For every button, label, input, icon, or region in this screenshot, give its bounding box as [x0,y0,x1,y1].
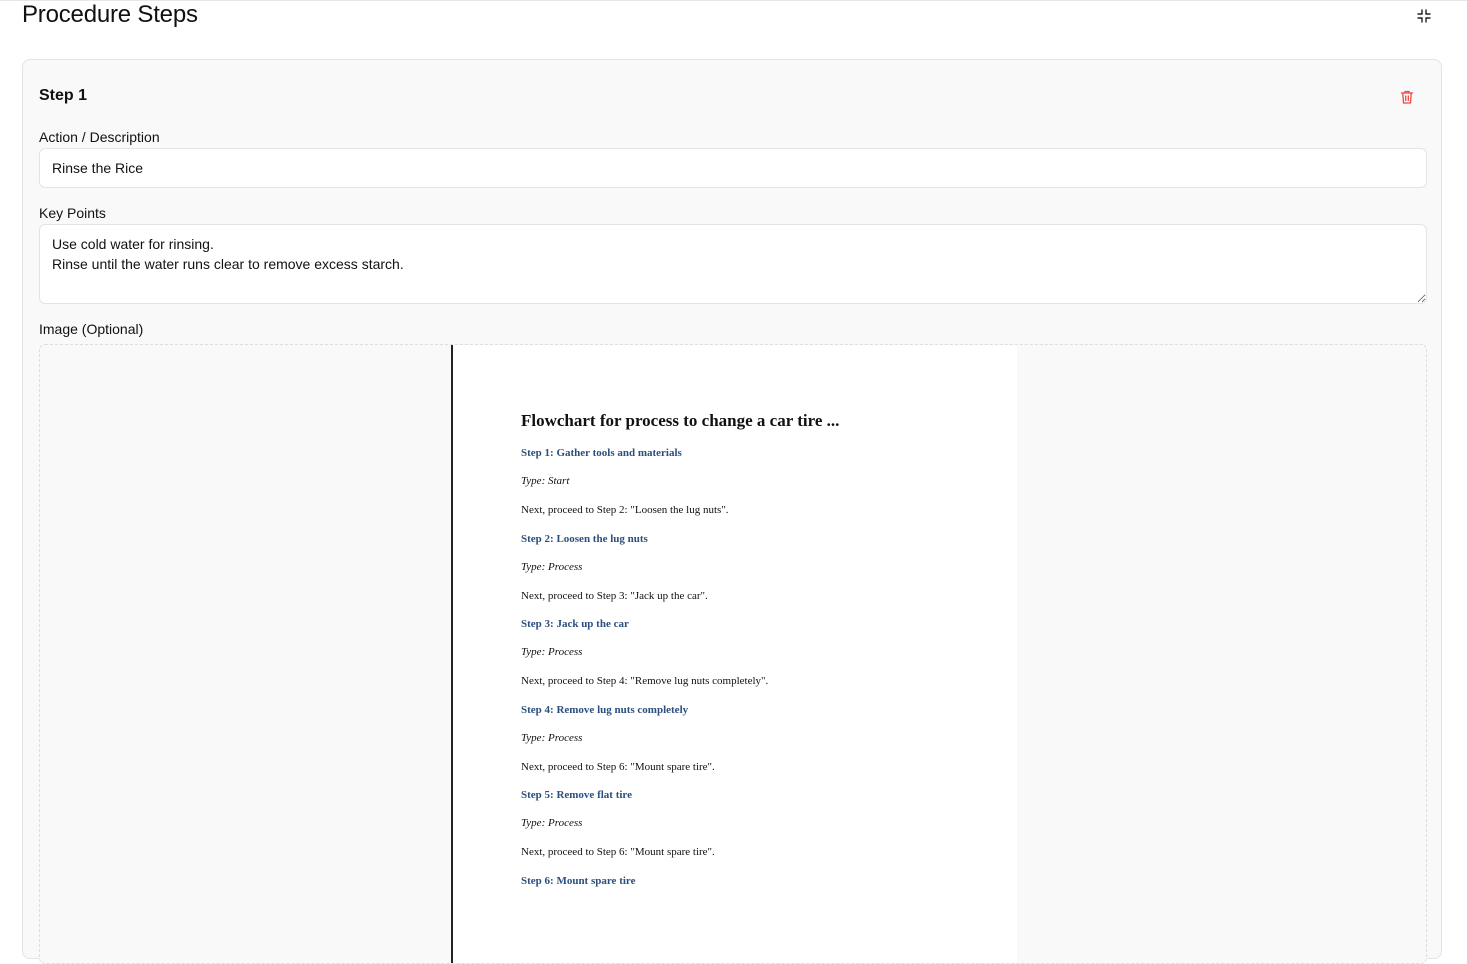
document-step-title: Step 4: Remove lug nuts completely [521,703,689,716]
top-divider [0,0,1467,1]
step-title: Step 1 [39,87,88,104]
key-points-textarea[interactable]: Use cold water for rinsing. Rinse until … [39,224,1427,304]
document-heading: Flowchart for process to change a car ti… [521,411,840,430]
document-step-title: Step 1: Gather tools and materials [521,447,682,459]
document-step-next: Next, proceed to Step 3: "Jack up the ca… [521,589,708,602]
action-label: Action / Description [39,129,160,145]
document-step-next: Next, proceed to Step 6: "Mount spare ti… [521,760,715,773]
delete-step-button[interactable] [1397,87,1417,107]
document-step-type: Type: Process [521,817,583,830]
uploaded-image-preview: Flowchart for process to change a car ti… [451,345,1017,963]
key-points-label: Key Points [39,205,106,221]
image-upload-area[interactable]: Flowchart for process to change a car ti… [39,344,1427,964]
image-label: Image (Optional) [39,321,144,337]
document-step: Step 2: Loosen the lug nuts Type: Proces… [521,533,1001,619]
document-step: Step 5: Remove flat tire Type: Process N… [521,789,1001,875]
collapse-button[interactable] [1413,5,1435,27]
document-step-title: Step 3: Jack up the car [521,618,629,631]
document-step: Step 1: Gather tools and materials Type:… [521,447,1001,533]
document-step-type: Type: Process [521,731,583,744]
document-step: Step 3: Jack up the car Type: Process Ne… [521,618,1001,704]
document-step-title: Step 5: Remove flat tire [521,789,632,802]
step-card: Step 1 Action / Description Key Points U… [22,59,1442,964]
document-step-next: Next, proceed to Step 4: "Remove lug nut… [521,675,769,688]
document-step-type: Type: Process [521,560,583,573]
document-step-next: Next, proceed to Step 6: "Mount spare ti… [521,846,715,859]
document-step: Step 6: Mount spare tire [521,875,1001,961]
document-step-title: Step 6: Mount spare tire [521,874,636,887]
collapse-icon [1417,9,1431,23]
document-step-title: Step 2: Loosen the lug nuts [521,532,648,545]
action-input[interactable] [39,148,1427,188]
trash-icon [1400,90,1414,104]
document-step-list: Step 1: Gather tools and materials Type:… [521,447,1001,961]
page-title: Procedure Steps [22,1,198,28]
document-step-type: Type: Process [521,646,583,659]
document-step: Step 4: Remove lug nuts completely Type:… [521,704,1001,790]
document-step-type: Type: Start [521,475,570,487]
document-step-next: Next, proceed to Step 2: "Loosen the lug… [521,504,729,516]
